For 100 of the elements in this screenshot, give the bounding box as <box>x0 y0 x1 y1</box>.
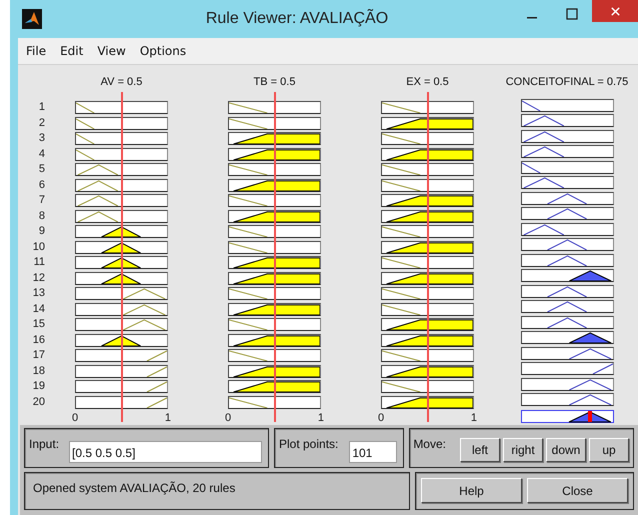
membership-plot[interactable] <box>520 114 614 127</box>
membership-plot[interactable] <box>520 222 614 236</box>
membership-plot[interactable] <box>75 256 168 269</box>
membership-plot[interactable] <box>381 225 474 238</box>
dialog-button[interactable]: Close <box>527 478 628 503</box>
membership-plot[interactable] <box>381 256 474 269</box>
membership-plot[interactable] <box>228 194 321 207</box>
membership-plot[interactable] <box>381 318 474 331</box>
membership-plot[interactable] <box>520 393 614 406</box>
membership-plot[interactable] <box>228 256 321 269</box>
membership-plot[interactable] <box>381 148 474 160</box>
membership-plot[interactable] <box>228 132 321 145</box>
membership-plot[interactable] <box>75 132 168 145</box>
membership-plot[interactable] <box>75 116 168 130</box>
menu-item[interactable]: Options <box>140 44 186 58</box>
membership-plot[interactable] <box>381 163 474 176</box>
membership-plot[interactable] <box>75 240 168 254</box>
membership-plot[interactable] <box>228 101 321 114</box>
membership-plot[interactable] <box>75 302 168 316</box>
membership-plot[interactable] <box>381 349 474 362</box>
membership-plot[interactable] <box>381 116 474 130</box>
membership-plot[interactable] <box>520 98 614 112</box>
membership-plot[interactable] <box>75 101 168 114</box>
membership-plot[interactable] <box>520 346 614 360</box>
membership-plot[interactable] <box>520 316 614 328</box>
membership-plot[interactable] <box>75 163 168 176</box>
membership-plot[interactable] <box>381 101 474 114</box>
membership-plot[interactable] <box>381 272 474 284</box>
membership-plot[interactable] <box>75 194 168 207</box>
membership-plot[interactable] <box>381 178 474 192</box>
membership-plot[interactable] <box>75 287 168 300</box>
membership-plot[interactable] <box>75 396 168 408</box>
membership-plot[interactable] <box>381 287 474 300</box>
membership-plot[interactable] <box>520 300 614 313</box>
move-button[interactable]: up <box>589 438 629 462</box>
rule-number: 20 <box>32 396 45 410</box>
membership-plot[interactable] <box>228 349 321 362</box>
membership-plot[interactable] <box>381 302 474 316</box>
membership-plot[interactable] <box>520 130 614 142</box>
membership-plot[interactable] <box>75 349 168 362</box>
move-button[interactable]: left <box>460 438 500 462</box>
membership-plot[interactable] <box>520 378 614 390</box>
membership-plot[interactable] <box>228 148 321 160</box>
membership-plot[interactable] <box>75 272 168 284</box>
membership-plot[interactable] <box>520 284 614 298</box>
membership-plot[interactable] <box>75 380 168 393</box>
membership-plot[interactable] <box>520 254 614 266</box>
membership-plot[interactable] <box>381 240 474 254</box>
variable-title: AV = 0.5 <box>100 76 142 90</box>
membership-plot[interactable] <box>520 176 614 189</box>
membership-plot[interactable] <box>75 225 168 238</box>
rule-number: 4 <box>38 148 45 162</box>
membership-plot[interactable] <box>520 238 614 251</box>
index-line[interactable] <box>274 92 276 422</box>
membership-plot[interactable] <box>228 272 321 284</box>
membership-plot[interactable] <box>381 380 474 393</box>
membership-plot[interactable] <box>381 396 474 408</box>
membership-plot[interactable] <box>228 210 321 222</box>
membership-plot[interactable] <box>75 210 168 222</box>
membership-plot[interactable] <box>75 364 168 378</box>
membership-plot[interactable] <box>520 362 614 375</box>
membership-plot[interactable] <box>520 207 614 220</box>
index-line[interactable] <box>426 92 428 422</box>
membership-plot[interactable] <box>228 396 321 408</box>
membership-plot[interactable] <box>228 240 321 254</box>
dialog-button[interactable]: Help <box>421 478 522 503</box>
membership-plot[interactable] <box>381 132 474 145</box>
membership-plot[interactable] <box>75 318 168 331</box>
menu-item[interactable]: File <box>26 44 46 58</box>
membership-plot[interactable] <box>75 334 168 346</box>
membership-plot[interactable] <box>75 148 168 160</box>
membership-plot[interactable] <box>381 364 474 378</box>
menu-item[interactable]: View <box>97 44 126 58</box>
membership-plot[interactable] <box>228 116 321 130</box>
maximize-icon[interactable] <box>566 8 578 20</box>
menu-item[interactable]: Edit <box>60 44 84 58</box>
membership-plot[interactable] <box>228 163 321 176</box>
membership-plot[interactable] <box>228 225 321 238</box>
membership-plot[interactable] <box>228 302 321 316</box>
membership-plot[interactable] <box>520 145 614 158</box>
membership-plot[interactable] <box>228 178 321 192</box>
close-button[interactable] <box>592 0 638 22</box>
membership-plot[interactable] <box>381 334 474 346</box>
membership-plot[interactable] <box>381 194 474 207</box>
move-button[interactable]: right <box>503 438 543 462</box>
membership-plot[interactable] <box>228 364 321 378</box>
membership-plot[interactable] <box>228 380 321 393</box>
input-field[interactable]: [0.5 0.5 0.5] <box>69 441 262 463</box>
membership-plot[interactable] <box>228 334 321 346</box>
plot-points-field[interactable]: 101 <box>349 441 398 463</box>
membership-plot[interactable] <box>228 287 321 300</box>
membership-plot[interactable] <box>228 318 321 331</box>
membership-plot[interactable] <box>520 331 614 344</box>
move-button[interactable]: down <box>546 438 586 462</box>
membership-plot[interactable] <box>520 192 614 204</box>
membership-plot[interactable] <box>520 160 614 174</box>
membership-plot[interactable] <box>520 269 614 282</box>
membership-plot[interactable] <box>75 178 168 192</box>
index-line[interactable] <box>120 92 122 422</box>
membership-plot[interactable] <box>381 210 474 222</box>
